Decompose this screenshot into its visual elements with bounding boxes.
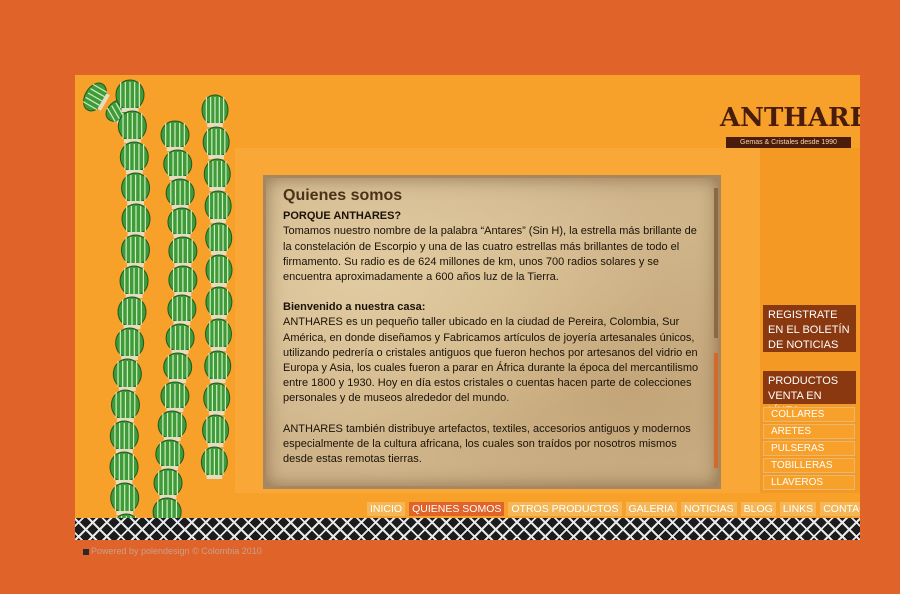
logo-name: ANTHARES	[720, 103, 860, 133]
product-link-pulseras[interactable]: PULSERAS	[763, 441, 855, 456]
nav-noticias[interactable]: NOTICIAS	[681, 502, 737, 516]
beads-decoration-image	[82, 79, 233, 540]
products-heading: PRODUCTOS VENTA EN LÍNEA	[763, 371, 856, 417]
scrollbar-edge	[714, 353, 718, 468]
footer: Powered by polendesign © Colombia 2010	[83, 546, 262, 556]
paragraph-workshop: ANTHARES es un pequeño taller ubicado en…	[283, 316, 699, 405]
product-link-aretes[interactable]: ARETES	[763, 424, 855, 439]
nav-galeria[interactable]: GALERIA	[625, 502, 678, 516]
main-nav: INICIO QUIENES SOMOS OTROS PRODUCTOS GAL…	[367, 502, 860, 518]
section-subtitle: PORQUE ANTHARES?	[283, 210, 402, 223]
polendesign-icon	[83, 548, 89, 555]
product-link-llaveros[interactable]: LLAVEROS	[763, 475, 855, 490]
nav-contacto[interactable]: CONTACTO	[820, 502, 860, 516]
logo-tagline: Gemas & Cristales desde 1990	[726, 137, 851, 148]
page-title: Quienes somos	[283, 187, 403, 204]
scrollbar[interactable]	[714, 188, 718, 338]
nav-otros-productos[interactable]: OTROS PRODUCTOS	[508, 502, 622, 516]
content-area: Quienes somos PORQUE ANTHARES? Tomamos n…	[283, 187, 703, 482]
paragraph-distribution: ANTHARES también distribuye artefactos, …	[283, 422, 691, 466]
paragraph-origin: Tomamos nuestro nombre de la palabra “An…	[283, 225, 697, 284]
welcome-heading: Bienvenido a nuestra casa:	[283, 301, 426, 314]
content-panel: Quienes somos PORQUE ANTHARES? Tomamos n…	[263, 175, 721, 489]
nav-links[interactable]: LINKS	[779, 502, 817, 516]
anthares-logo[interactable]: ANTHARES Gemas & Cristales desde 1990	[720, 95, 860, 155]
nav-inicio[interactable]: INICIO	[367, 502, 406, 516]
nav-quienes-somos[interactable]: QUIENES SOMOS	[409, 502, 505, 516]
tribal-pattern-border	[75, 518, 860, 540]
newsletter-signup-link[interactable]: REGISTRATE EN EL BOLETÍN DE NOTICIAS	[763, 305, 856, 352]
site-container: ANTHARES Gemas & Cristales desde 1990 Qu…	[75, 75, 860, 540]
product-link-tobilleras[interactable]: TOBILLERAS	[763, 458, 855, 473]
nav-blog[interactable]: BLOG	[740, 502, 776, 516]
product-link-collares[interactable]: COLLARES	[763, 407, 855, 422]
footer-credit[interactable]: Powered by polendesign © Colombia 2010	[91, 546, 262, 556]
